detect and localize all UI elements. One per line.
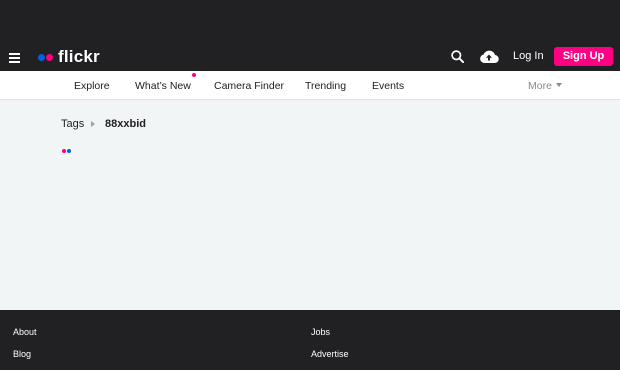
chevron-right-icon <box>91 121 95 127</box>
footer-link-advertise[interactable]: Advertise <box>311 349 349 359</box>
new-indicator-dot <box>192 73 196 77</box>
flickr-logo[interactable]: flickr <box>38 46 100 68</box>
nav-more-label: More <box>528 80 552 92</box>
menu-icon[interactable] <box>9 53 20 63</box>
breadcrumb-current-tag: 88xxbid <box>105 118 146 130</box>
footer-link-jobs[interactable]: Jobs <box>311 327 330 337</box>
nav-trending[interactable]: Trending <box>305 80 346 92</box>
loading-blue-dot <box>66 149 71 153</box>
signup-button[interactable]: Sign Up <box>554 47 613 66</box>
nav-whats-new[interactable]: What’s New <box>135 80 191 92</box>
logo-pink-dot <box>46 53 53 61</box>
logo-blue-dot <box>38 53 45 61</box>
search-icon[interactable] <box>451 50 464 63</box>
breadcrumb-tags-link[interactable]: Tags <box>61 118 84 130</box>
main-nav: Explore What’s New Camera Finder Trendin… <box>0 71 620 100</box>
loading-indicator <box>62 149 71 153</box>
login-link[interactable]: Log In <box>513 50 544 62</box>
nav-explore[interactable]: Explore <box>74 80 110 92</box>
loading-pink-dot <box>62 149 66 153</box>
upload-cloud-icon[interactable] <box>479 49 499 64</box>
footer-link-about[interactable]: About <box>13 327 37 337</box>
nav-camera-finder[interactable]: Camera Finder <box>214 80 284 92</box>
footer-link-blog[interactable]: Blog <box>13 349 31 359</box>
chevron-down-icon <box>555 83 562 87</box>
nav-more-dropdown[interactable]: More <box>528 80 562 92</box>
top-header: flickr Log In Sign Up <box>0 0 620 71</box>
footer: About Blog Jobs Advertise <box>0 310 620 370</box>
logo-wordmark: flickr <box>58 47 100 66</box>
nav-events[interactable]: Events <box>372 80 404 92</box>
